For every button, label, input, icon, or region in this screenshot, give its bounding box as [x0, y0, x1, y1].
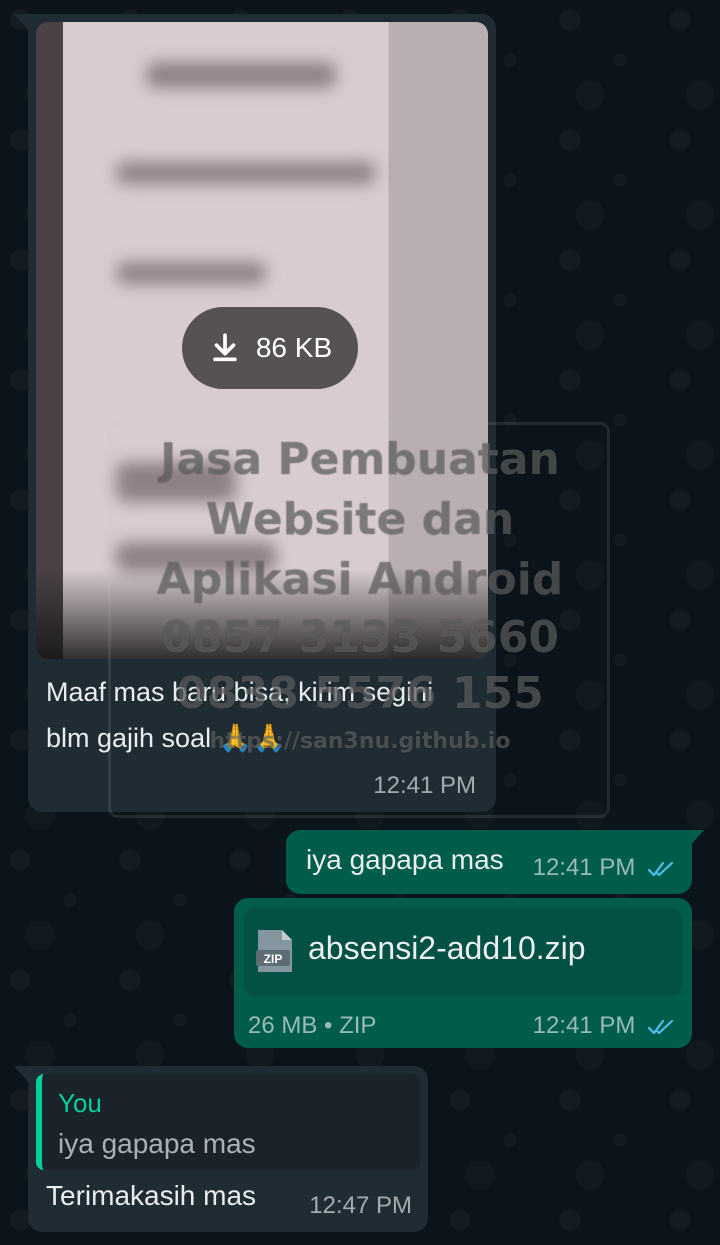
- outgoing-text-message[interactable]: iya gapapa mas 12:41 PM: [286, 830, 692, 894]
- double-check-icon: [648, 861, 674, 876]
- file-name: absensi2-add10.zip: [308, 930, 586, 966]
- message-status: 12:41 PM: [533, 1012, 676, 1040]
- double-check-icon: [648, 1019, 674, 1034]
- message-text: Terimakasih mas: [46, 1180, 257, 1211]
- message-status: 12:41 PM: [533, 854, 676, 882]
- quote-text: iya gapapa mas: [58, 1128, 256, 1159]
- message-text: iya gapapa mas: [306, 844, 504, 875]
- blur-shape: [116, 262, 266, 284]
- outgoing-file-message[interactable]: ZIP absensi2-add10.zip 26 MB • ZIP 12:41…: [234, 898, 692, 1048]
- download-arrow-icon: [213, 333, 237, 362]
- blur-shape: [116, 162, 376, 184]
- download-button[interactable]: 86 KB: [182, 307, 358, 389]
- incoming-reply-message[interactable]: You iya gapapa mas Terimakasih mas 12:47…: [28, 1066, 428, 1232]
- download-size: 86 KB: [255, 332, 333, 363]
- message-timestamp: 12:41 PM: [532, 1012, 636, 1039]
- message-timestamp: 12:47 PM: [309, 1192, 412, 1219]
- blur-shape: [146, 62, 336, 88]
- quote-author: You: [58, 1088, 102, 1118]
- file-attachment[interactable]: ZIP absensi2-add10.zip: [244, 908, 682, 996]
- zip-icon-label: ZIP: [264, 952, 283, 966]
- file-meta: 26 MB • ZIP: [248, 1012, 377, 1039]
- zip-file-icon: ZIP: [256, 930, 292, 972]
- watermark-frame: [108, 422, 610, 818]
- message-timestamp: 12:41 PM: [532, 854, 636, 881]
- quoted-message[interactable]: You iya gapapa mas: [36, 1074, 420, 1170]
